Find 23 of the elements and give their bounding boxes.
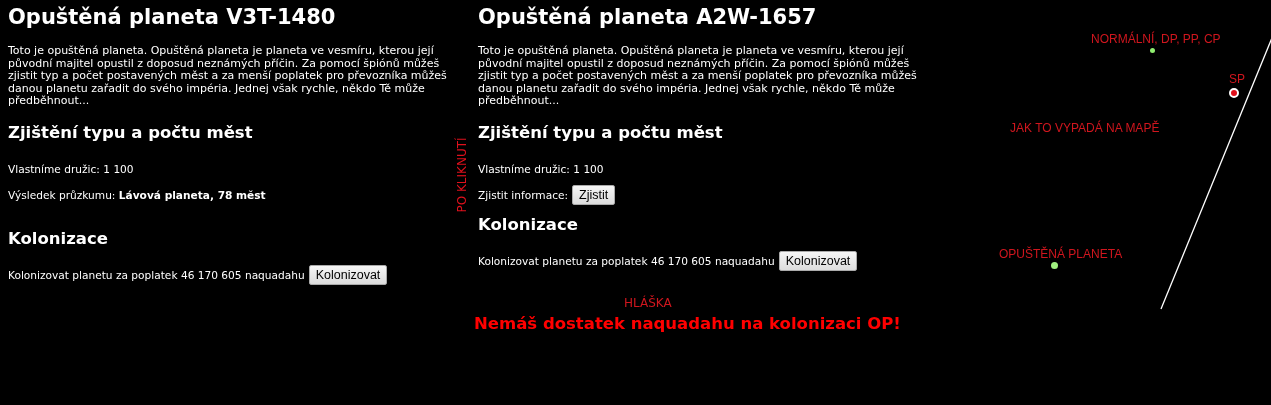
- annotation-note: PO KLIKNUTÍ: [454, 137, 469, 213]
- colonize-button[interactable]: Kolonizovat: [778, 250, 858, 271]
- section-heading: Kolonizace: [8, 227, 109, 250]
- marker-label: OPUŠTĚNÁ PLANETA: [999, 247, 1123, 261]
- colonize-button[interactable]: Kolonizovat: [308, 264, 388, 285]
- planet-description: Toto je opuštěná planeta. Opuštěná planeta je planeta ve vesmíru, kterou její původní majitel opustil z doposud neznámých příčin. Za pomocí špiónů můžeš zjistit typ a počet postavených měst a za menší poplatek pro převozníka můžeš danou planetu zařadit do svého impéria. Jednej však rychle, někdo Tě může předběhnout...: [478, 45, 918, 108]
- map-caption: JAK TO VYPADÁ NA MAPĚ: [1010, 121, 1160, 135]
- planet-title: Opuštěná planeta V3T-1480: [8, 4, 337, 30]
- marker-label: SP: [1229, 72, 1245, 86]
- section-heading: Zjištění typu a počtu měst: [478, 121, 724, 144]
- satellite-count: Vlastníme družic: 1 100: [8, 161, 134, 177]
- marker-label: NORMÁLNÍ, DP, PP, CP: [1091, 32, 1221, 46]
- planet-title: Opuštěná planeta A2W-1657: [478, 4, 818, 30]
- satellite-count: Vlastníme družic: 1 100: [478, 161, 604, 177]
- annotation-note: HLÁŠKA: [624, 295, 673, 310]
- colonize-text: Kolonizovat planetu za poplatek 46 170 605 naquadahu: [478, 253, 775, 269]
- section-heading: Kolonizace: [478, 213, 579, 236]
- planet-description: Toto je opuštěná planeta. Opuštěná planeta je planeta ve vesmíru, kterou její původní majitel opustil z doposud neznámých příčin. Za pomocí špiónů můžeš zjistit typ a počet postavených měst a za menší poplatek pro převozníka můžeš danou planetu zařadit do svého impéria. Jednej však rychle, někdo Tě může předběhnout...: [8, 45, 448, 108]
- survey-button[interactable]: Zjistit: [572, 184, 616, 205]
- survey-result: Výsledek průzkumu: Lávová planeta, 78 měst: [8, 187, 266, 203]
- survey-label: Zjistit informace:: [478, 187, 569, 203]
- colonize-text: Kolonizovat planetu za poplatek 46 170 605 naquadahu: [8, 267, 305, 283]
- error-message: Nemáš dostatek naquadahu na kolonizaci OP!: [474, 313, 902, 333]
